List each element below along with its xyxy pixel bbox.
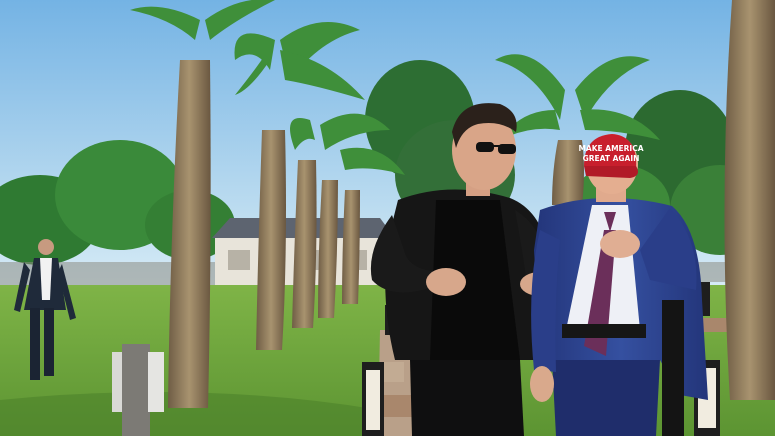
person-right-agent <box>662 300 684 436</box>
outdoor-photo: MAKE AMERICA GREAT AGAIN <box>0 0 775 436</box>
hat-text-line-2: GREAT AGAIN <box>583 154 640 163</box>
photo-canvas: MAKE AMERICA GREAT AGAIN <box>0 0 775 436</box>
hat-text-line-1: MAKE AMERICA <box>578 144 643 153</box>
